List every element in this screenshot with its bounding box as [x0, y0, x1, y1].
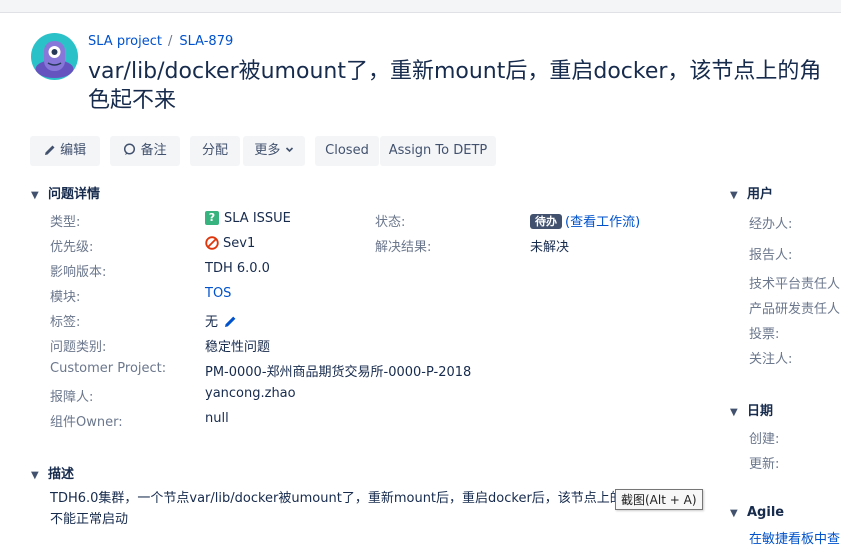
breadcrumb-project-link[interactable]: SLA project [88, 34, 162, 49]
details-heading: 问题详情 [48, 187, 101, 202]
component-link[interactable]: TOS [205, 286, 231, 301]
customer-project-value: PM-0000-郑州商品期货交易所-0000-P-2018 [205, 365, 472, 380]
tech-owner-label: 技术平台责任人 [749, 277, 841, 292]
reporter-value: yancong.zhao [205, 386, 296, 401]
description-section-header[interactable]: ▼ 描述 [31, 463, 74, 482]
people-reporter-label: 报告人: [749, 248, 793, 263]
chevron-down-icon: ▼ [730, 190, 738, 201]
project-avatar[interactable] [31, 33, 78, 80]
labels-label: 标签: [50, 315, 81, 330]
comment-button-label: 备注 [140, 143, 167, 158]
priority-value-text: Sev1 [223, 236, 256, 251]
issue-type-icon: ? [205, 210, 219, 225]
description-text[interactable]: TDH6.0集群，一个节点var/lib/docker被umount了，重新mo… [50, 488, 650, 530]
dates-section-header[interactable]: ▼ 日期 [730, 400, 773, 419]
edit-button[interactable]: 编辑 [30, 136, 100, 166]
assignee-label: 经办人: [749, 217, 793, 232]
closed-button-label: Closed [325, 143, 369, 158]
breadcrumb: SLA project / SLA-879 [88, 34, 233, 49]
chevron-down-icon: ▼ [31, 190, 39, 201]
assign-to-detp-label: Assign To DETP [388, 143, 488, 158]
resolution-label: 解决结果: [375, 240, 432, 255]
pencil-icon [44, 145, 55, 155]
closed-button[interactable]: Closed [315, 136, 379, 166]
comment-button[interactable]: 备注 [110, 136, 180, 166]
reporter-label: 报障人: [50, 390, 94, 405]
status-badge: 待办 [530, 214, 562, 229]
edit-labels-pencil-icon[interactable] [224, 315, 237, 328]
affects-version-label: 影响版本: [50, 265, 107, 280]
screenshot-tooltip: 截图(Alt + A) [615, 489, 703, 510]
breadcrumb-issue-link[interactable]: SLA-879 [179, 34, 233, 49]
assign-to-detp-button[interactable]: Assign To DETP [380, 136, 496, 166]
component-label: 模块: [50, 290, 81, 305]
chevron-down-icon: ▼ [31, 470, 39, 481]
agile-board-link[interactable]: 在敏捷看板中查 [749, 528, 840, 547]
agile-section-header[interactable]: ▼ Agile [730, 505, 784, 520]
agile-heading: Agile [747, 505, 785, 520]
chevron-down-icon: ▼ [730, 508, 738, 519]
updated-label: 更新: [749, 457, 780, 472]
component-owner-label: 组件Owner: [50, 415, 123, 430]
dates-heading: 日期 [747, 404, 774, 419]
labels-value-text: 无 [205, 315, 219, 330]
assign-button[interactable]: 分配 [190, 136, 240, 166]
comment-icon [124, 143, 136, 155]
category-value: 稳定性问题 [205, 340, 271, 355]
created-label: 创建: [749, 432, 780, 447]
type-value: ? SLA ISSUE [205, 210, 291, 226]
priority-value: Sev1 [205, 235, 256, 251]
chevron-down-icon [285, 147, 293, 153]
issue-title[interactable]: var/lib/docker被umount了，重新mount后，重启docker… [88, 57, 833, 115]
people-heading: 用户 [747, 187, 774, 202]
product-owner-label: 产品研发责任人 [749, 302, 841, 317]
chevron-down-icon: ▼ [730, 407, 738, 418]
more-button[interactable]: 更多 [243, 136, 305, 166]
customer-project-label: Customer Project: [50, 361, 167, 376]
monster-icon [35, 41, 74, 78]
status-label: 状态: [375, 215, 406, 230]
labels-value: 无 [205, 311, 237, 330]
top-strip [0, 0, 841, 13]
description-heading: 描述 [48, 467, 75, 482]
watchers-label: 关注人: [749, 352, 793, 367]
more-button-label: 更多 [254, 143, 281, 158]
votes-label: 投票: [749, 327, 780, 342]
edit-button-label: 编辑 [60, 143, 87, 158]
type-value-text: SLA ISSUE [224, 211, 291, 226]
assign-button-label: 分配 [201, 143, 228, 158]
resolution-value: 未解决 [530, 240, 570, 255]
view-workflow-link[interactable]: (查看工作流) [565, 215, 640, 230]
details-section-header[interactable]: ▼ 问题详情 [31, 183, 100, 202]
blocker-icon [205, 235, 219, 250]
affects-version-value: TDH 6.0.0 [205, 261, 270, 276]
people-section-header[interactable]: ▼ 用户 [730, 183, 773, 202]
breadcrumb-separator: / [167, 34, 173, 49]
component-owner-value: null [205, 411, 229, 426]
priority-label: 优先级: [50, 240, 94, 255]
category-label: 问题类别: [50, 340, 107, 355]
type-label: 类型: [50, 215, 81, 230]
status-value: 待办 (查看工作流) [530, 211, 640, 230]
